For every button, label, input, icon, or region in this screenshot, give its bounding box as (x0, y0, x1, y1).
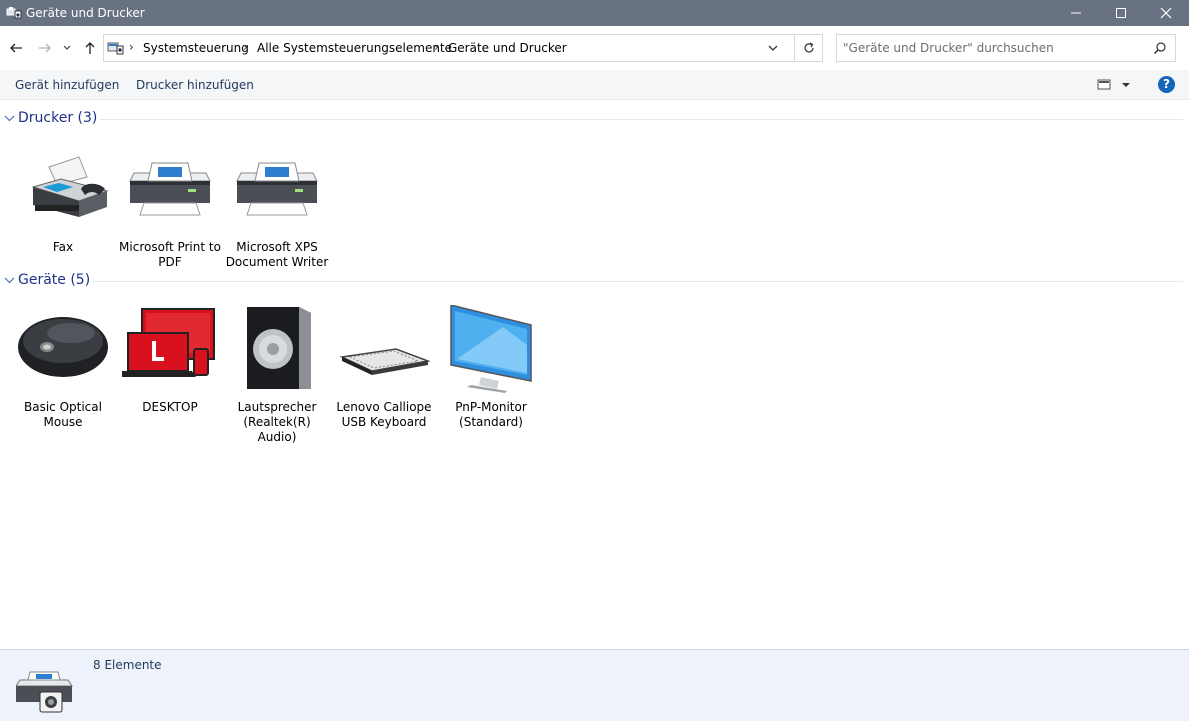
add-device-button[interactable]: Gerät hinzufügen (15, 78, 119, 92)
device-item-mouse[interactable]: Basic Optical Mouse (10, 305, 116, 430)
items-view: Drucker (3) Fax Microsoft Print to PDF M… (0, 101, 1189, 649)
close-icon (1160, 7, 1172, 19)
printer-item-xps-writer[interactable]: Microsoft XPS Document Writer (224, 145, 330, 270)
chevron-down-icon (4, 115, 15, 122)
window-title: Geräte und Drucker (26, 6, 145, 20)
group-header-printers[interactable]: Drucker (3) (0, 109, 1189, 131)
group-divider (92, 281, 1183, 282)
close-button[interactable] (1143, 0, 1189, 26)
maximize-icon (1116, 8, 1126, 18)
chevron-down-icon (63, 45, 71, 50)
item-label: Lenovo Calliope USB Keyboard (336, 400, 432, 429)
item-label: PnP-Monitor (Standard) (455, 400, 527, 429)
recent-locations-button[interactable] (61, 39, 73, 57)
minimize-icon (1071, 12, 1081, 14)
group-header-devices[interactable]: Geräte (5) (0, 271, 1189, 293)
change-view-icon[interactable] (1097, 78, 1131, 92)
search-input[interactable] (843, 39, 1143, 57)
search-icon[interactable] (1153, 41, 1167, 55)
group-label: Drucker (3) (18, 110, 98, 126)
forward-button[interactable] (36, 39, 54, 57)
item-label: DESKTOP (142, 400, 198, 414)
chevron-down-icon (4, 277, 15, 284)
devices-and-printers-icon (6, 7, 22, 19)
search-box[interactable] (836, 34, 1176, 62)
minimize-button[interactable] (1053, 0, 1099, 26)
monitor-icon (450, 304, 532, 393)
printer-item-print-to-pdf[interactable]: Microsoft Print to PDF (117, 145, 223, 270)
speaker-icon (247, 307, 311, 389)
maximize-button[interactable] (1098, 0, 1144, 26)
breadcrumb-alle-elemente[interactable]: Alle Systemsteuerungselemente (257, 41, 452, 55)
command-bar: Gerät hinzufügen Drucker hinzufügen ? (0, 70, 1189, 100)
arrow-up-icon (85, 42, 95, 54)
help-button[interactable]: ? (1158, 76, 1175, 93)
item-label: Microsoft Print to PDF (119, 240, 221, 269)
arrow-left-icon (10, 43, 22, 53)
breadcrumb-geraete-drucker[interactable]: Geräte und Drucker (448, 41, 567, 55)
breadcrumb-separator-icon: › (129, 40, 134, 54)
breadcrumb-separator-icon: › (243, 40, 248, 54)
refresh-button[interactable] (794, 35, 823, 61)
item-label: Microsoft XPS Document Writer (225, 240, 329, 269)
item-label: Lautsprecher (Realtek(R) Audio) (237, 400, 317, 444)
device-item-keyboard[interactable]: Lenovo Calliope USB Keyboard (331, 305, 437, 430)
back-button[interactable] (7, 39, 25, 57)
up-button[interactable] (81, 39, 99, 57)
arrow-right-icon (39, 43, 51, 53)
keyboard-icon (339, 348, 431, 375)
device-item-monitor[interactable]: PnP-Monitor (Standard) (438, 304, 544, 430)
refresh-icon (804, 42, 814, 53)
group-divider (100, 119, 1183, 120)
item-count: 8 Elemente (93, 658, 162, 672)
device-item-speaker[interactable]: Lautsprecher (Realtek(R) Audio) (224, 305, 330, 445)
add-printer-button[interactable]: Drucker hinzufügen (136, 78, 254, 92)
control-panel-icon (107, 42, 124, 55)
breadcrumb-separator-icon: › (434, 40, 439, 54)
printer-item-fax[interactable]: Fax (10, 145, 116, 255)
printer-icon (236, 162, 318, 216)
item-label: Fax (52, 240, 74, 254)
device-item-desktop[interactable]: DESKTOP (117, 305, 223, 415)
devices-and-printers-icon (16, 671, 73, 713)
printer-icon (129, 162, 211, 216)
mouse-icon (18, 317, 108, 377)
group-label: Geräte (5) (18, 272, 91, 288)
computer-icon (120, 308, 215, 377)
item-label: Basic Optical Mouse (24, 400, 102, 429)
address-dropdown-icon[interactable] (766, 41, 780, 55)
details-pane: 8 Elemente (0, 649, 1189, 721)
address-bar[interactable]: › Systemsteuerung › Alle Systemsteuerung… (103, 34, 823, 62)
breadcrumb-systemsteuerung[interactable]: Systemsteuerung (143, 41, 249, 55)
title-bar: Geräte und Drucker (0, 0, 1189, 26)
fax-icon (31, 156, 109, 217)
